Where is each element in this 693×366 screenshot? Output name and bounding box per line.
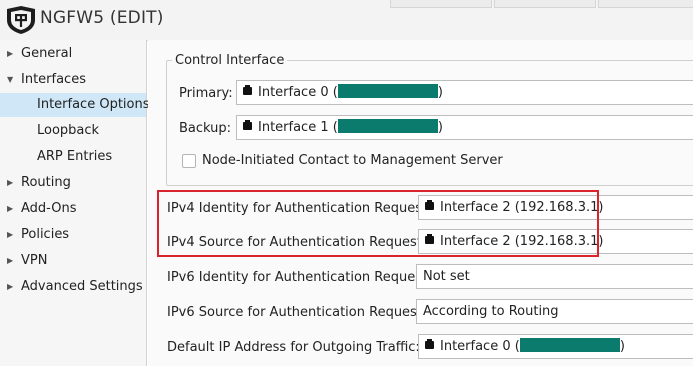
sidebar-item-label: VPN	[21, 253, 48, 268]
firewall-engine-icon	[7, 6, 35, 34]
backup-label: Backup:	[179, 121, 232, 136]
redacted-address	[337, 119, 438, 133]
network-interface-icon	[243, 120, 252, 130]
sidebar-item-advanced-settings[interactable]: ▶ Advanced Settings	[0, 275, 146, 299]
sidebar-item-label: Policies	[21, 227, 70, 242]
default-ip-field[interactable]: Interface 0 ()	[418, 334, 693, 359]
sidebar-item-general[interactable]: ▶ General	[0, 42, 146, 66]
sidebar-item-arp-entries[interactable]: ARP Entries	[0, 145, 146, 169]
window-title: NGFW5 (EDIT)	[40, 8, 164, 28]
sidebar-item-interface-options[interactable]: Interface Options	[0, 93, 150, 117]
primary-interface-field[interactable]: Interface 0 ()	[236, 80, 693, 105]
sidebar-item-loopback[interactable]: Loopback	[0, 119, 146, 143]
ipv6-identity-label: IPv6 Identity for Authentication Request…	[167, 270, 439, 285]
ipv6-source-field[interactable]: According to Routing	[416, 299, 693, 324]
ipv6-source-label: IPv6 Source for Authentication Requests:	[167, 305, 434, 320]
tab-strip	[390, 0, 693, 8]
expand-arrow-icon[interactable]: ▶	[7, 275, 13, 299]
sidebar-item-vpn[interactable]: ▶ VPN	[0, 249, 146, 273]
expand-arrow-icon[interactable]: ▶	[7, 42, 13, 66]
sidebar-item-routing[interactable]: ▶ Routing	[0, 171, 146, 195]
sidebar-item-label: Loopback	[37, 123, 100, 138]
hidden-tab[interactable]	[494, 0, 596, 8]
node-initiated-checkbox[interactable]	[182, 154, 196, 168]
redacted-address	[337, 84, 438, 98]
sidebar-item-label: Advanced Settings	[21, 279, 143, 294]
sidebar: ▶ General ▼ Interfaces Interface Options…	[0, 40, 150, 366]
field-value-prefix: Interface 0 (	[440, 339, 520, 354]
field-value-suffix: )	[619, 339, 625, 354]
field-value: According to Routing	[423, 304, 559, 319]
sidebar-item-interfaces[interactable]: ▼ Interfaces	[0, 68, 146, 92]
node-initiated-label: Node-Initiated Contact to Management Ser…	[202, 153, 503, 168]
expand-arrow-icon[interactable]: ▶	[7, 171, 13, 195]
network-interface-icon	[243, 85, 252, 95]
sidebar-item-label: Interface Options	[37, 97, 150, 112]
sidebar-item-label: Add-Ons	[21, 201, 77, 216]
primary-label: Primary:	[179, 86, 233, 101]
field-value-prefix: Interface 1 (	[258, 120, 338, 135]
redacted-address	[519, 338, 620, 352]
field-value-suffix: )	[437, 85, 443, 100]
highlight-annotation	[157, 190, 599, 257]
default-ip-label: Default IP Address for Outgoing Traffic:	[167, 340, 420, 355]
sidebar-item-label: General	[21, 46, 73, 61]
ipv6-identity-field[interactable]: Not set	[416, 264, 693, 289]
sidebar-item-label: ARP Entries	[37, 149, 113, 164]
field-value: Not set	[423, 269, 470, 284]
field-value-prefix: Interface 0 (	[258, 85, 338, 100]
sidebar-item-label: Interfaces	[21, 72, 86, 87]
expand-arrow-icon[interactable]: ▶	[7, 223, 13, 247]
field-value-suffix: )	[437, 120, 443, 135]
hidden-tab[interactable]	[390, 0, 492, 8]
hidden-tab[interactable]	[598, 0, 693, 8]
group-title: Control Interface	[172, 53, 288, 68]
expand-arrow-icon[interactable]: ▶	[7, 249, 13, 273]
sidebar-item-add-ons[interactable]: ▶ Add-Ons	[0, 197, 146, 221]
backup-interface-field[interactable]: Interface 1 ()	[236, 115, 693, 140]
expand-arrow-icon[interactable]: ▶	[7, 197, 13, 221]
sidebar-item-policies[interactable]: ▶ Policies	[0, 223, 146, 247]
sidebar-item-label: Routing	[21, 175, 71, 190]
collapse-arrow-icon[interactable]: ▼	[7, 68, 13, 92]
network-interface-icon	[425, 339, 434, 349]
